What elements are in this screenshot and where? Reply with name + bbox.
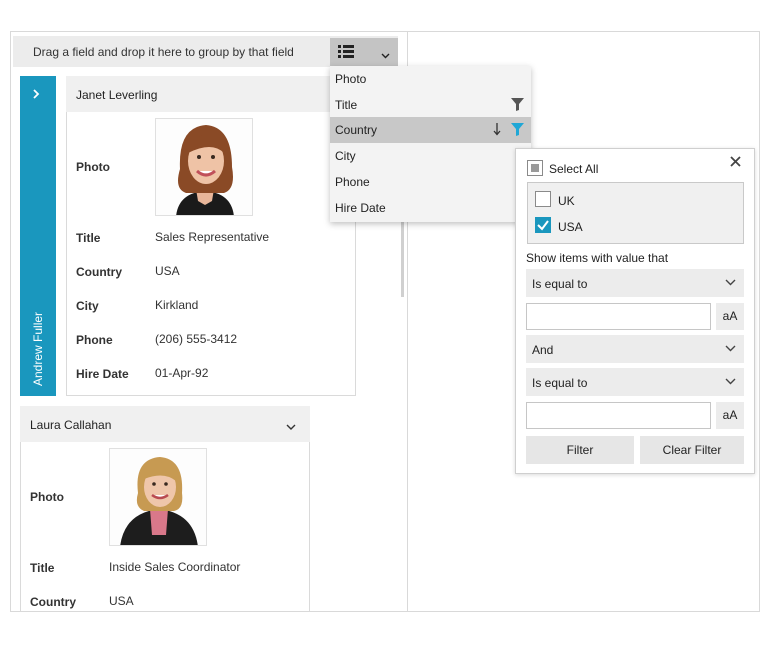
select-all-checkbox[interactable] [527,160,543,176]
match-case-button-1[interactable]: aA [716,303,744,330]
field-value-city: Kirkland [155,298,199,312]
field-value-country: USA [155,264,180,278]
checkbox-uk[interactable] [535,191,551,207]
field-value-title: Sales Representative [155,230,270,244]
menu-item-label: City [335,149,356,163]
match-case-button-2[interactable]: aA [716,402,744,429]
operator-select-1-value: Is equal to [532,277,588,291]
group-panel-text: Drag a field and drop it here to group b… [33,45,294,59]
filter-button[interactable]: Filter [526,436,634,464]
operator-select-2-value: Is equal to [532,376,588,390]
chevron-down-icon [725,279,736,286]
filter-value-input-1[interactable] [526,303,711,330]
fields-menu: Photo Title Country City Phone Hire Date [330,66,531,222]
operator-select-1[interactable]: Is equal to [526,269,744,297]
vertical-scrollbar-thumb[interactable] [401,215,404,297]
logic-operator-select[interactable]: And [526,335,744,363]
menu-item-photo[interactable]: Photo [330,66,531,92]
menu-item-label: Hire Date [335,201,386,215]
field-label-phone: Phone [76,333,113,347]
field-label-city: City [76,299,99,313]
select-all-label: Select All [549,162,599,176]
field-value-hire-date: 01-Apr-92 [155,366,209,380]
list-icon [338,45,354,61]
menu-item-label: Country [335,123,378,137]
chevron-down-icon [725,345,736,352]
field-label-photo: Photo [76,160,110,174]
logic-operator-value: And [532,343,554,357]
card-header[interactable]: Laura Callahan [20,406,310,442]
chevron-down-icon [381,48,390,62]
field-value-country: USA [109,594,134,608]
close-icon[interactable] [730,156,741,170]
menu-item-label: Photo [335,72,367,86]
field-label-country: Country [76,265,122,279]
card-header-title: Laura Callahan [30,418,112,432]
option-label-uk: UK [558,194,575,208]
checkbox-usa[interactable] [535,217,551,233]
field-label-hire-date: Hire Date [76,367,129,381]
menu-item-phone[interactable]: Phone [330,169,510,195]
filter-icon[interactable] [511,98,524,114]
filter-active-icon[interactable] [511,123,524,139]
menu-item-city[interactable]: City [330,143,510,169]
sort-descending-icon[interactable] [493,123,501,139]
menu-item-country[interactable]: Country [330,117,531,143]
operator-select-2[interactable]: Is equal to [526,368,744,396]
checkmark-icon [537,220,549,231]
chevron-right-icon [32,88,40,103]
side-bar-label: Andrew Fuller [31,312,45,386]
field-label-country: Country [30,595,76,609]
chevron-down-icon [725,378,736,385]
card-header[interactable]: Janet Leverling [66,76,356,112]
employee-photo [109,448,207,546]
distinct-values-list[interactable] [527,182,744,244]
menu-item-label: Title [335,98,358,112]
field-label-photo: Photo [30,490,64,504]
employee-photo [155,118,253,216]
field-value-title: Inside Sales Coordinator [109,560,241,574]
menu-item-hire-date[interactable]: Hire Date [330,195,510,221]
field-chooser-button[interactable] [330,38,398,66]
clear-filter-button[interactable]: Clear Filter [640,436,744,464]
option-label-usa: USA [558,220,583,234]
menu-item-title[interactable]: Title [330,92,531,118]
chevron-down-icon[interactable] [286,420,296,434]
filter-value-input-2[interactable] [526,402,711,429]
menu-item-label: Phone [335,175,370,189]
field-label-title: Title [76,231,101,245]
field-value-phone: (206) 555-3412 [155,332,238,346]
filter-prompt: Show items with value that [526,251,669,265]
field-label-title: Title [30,561,55,575]
card-header-title: Janet Leverling [76,88,158,102]
